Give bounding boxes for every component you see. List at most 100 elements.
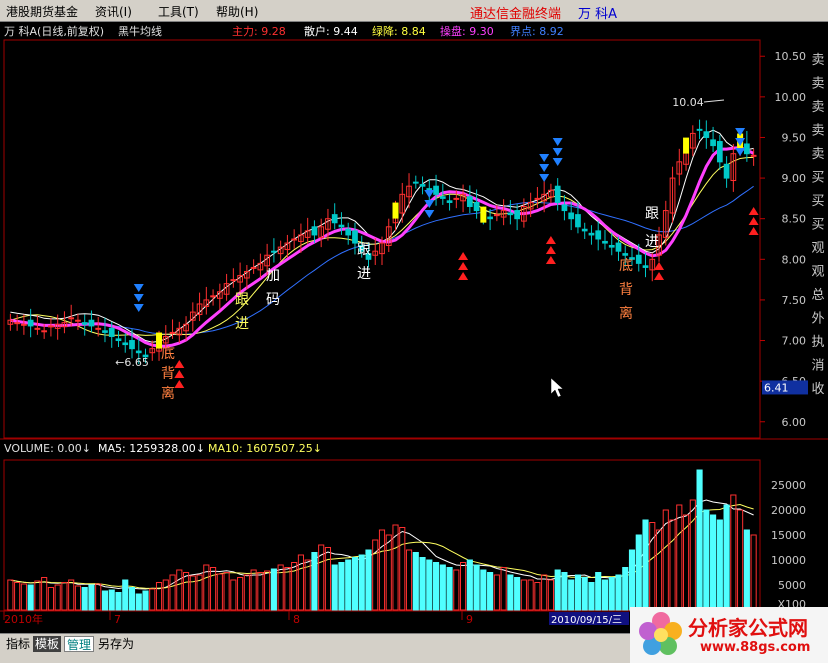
kline-chart[interactable]: 10.5010.009.509.008.508.007.507.006.506.… (0, 22, 828, 633)
volume-bar (642, 519, 649, 611)
candle-body (331, 214, 338, 224)
high-price-label: 10.04 (672, 96, 704, 109)
indicator-value-label: 主力: 9.28 (232, 25, 286, 38)
menu-help[interactable]: 帮助(H) (216, 3, 258, 20)
volume-bar (439, 564, 446, 611)
price-axis-label: 6.00 (782, 416, 807, 429)
tab-indicator[interactable]: 指标 (4, 636, 32, 652)
side-signal-text: 买 (811, 218, 824, 233)
candle-body (21, 323, 27, 326)
candle-body (68, 317, 75, 320)
side-signal-text: 外 (811, 312, 824, 327)
volume-bar (622, 567, 629, 611)
candle-body (588, 232, 595, 236)
price-axis-label: 8.00 (782, 253, 807, 266)
candle-body (433, 185, 439, 195)
menu-hk-futures-funds[interactable]: 港股期货基金 (6, 3, 78, 20)
price-axis-label: 9.50 (782, 131, 807, 144)
volume-bar (81, 587, 88, 611)
candle-body (439, 196, 446, 199)
date-axis-label: 8 (293, 613, 300, 626)
candle-body (115, 338, 122, 342)
volume-bar (311, 552, 318, 611)
stock-title: 万 科A (578, 7, 618, 22)
price-axis-label: 9.00 (782, 172, 807, 185)
indicator-value-label: 操盘: 9.30 (440, 24, 494, 38)
candle-body (635, 254, 642, 264)
volume-bar (743, 529, 750, 611)
volume-bar (128, 587, 136, 611)
menu-tools[interactable]: 工具(T) (158, 3, 199, 20)
volume-bar (507, 574, 514, 611)
volume-bar (716, 519, 723, 611)
date-axis-label: 7 (114, 613, 121, 626)
side-signal-text: 卖 (811, 100, 824, 115)
volume-bar (601, 579, 609, 611)
candle-body (575, 214, 581, 228)
candle-body (135, 350, 142, 354)
volume-axis-label: 25000 (771, 479, 806, 492)
volume-bar (581, 577, 588, 611)
volume-bar (595, 572, 602, 611)
candle-body (210, 295, 216, 298)
annotation-text: 码 (266, 292, 280, 308)
watermark-url: www.88gs.com (700, 640, 811, 655)
candle-body (595, 230, 602, 240)
annotation-text: 进 (235, 316, 249, 332)
candle-body (554, 185, 561, 203)
volume-bar (608, 577, 615, 611)
volume-bar (88, 584, 95, 611)
candle-body (122, 342, 129, 346)
candle-body (568, 212, 575, 220)
volume-bar (561, 572, 568, 611)
candle-body (291, 238, 298, 241)
candle-body (14, 322, 20, 325)
candle-body (622, 253, 629, 256)
candle-body (41, 330, 48, 333)
candle-body (34, 327, 41, 330)
annotation-text: 离 (619, 305, 633, 322)
flower-logo-icon (639, 612, 682, 655)
candle-body (271, 250, 277, 253)
volume-axis-label: 5000 (778, 579, 806, 592)
annotation-text: 进 (645, 234, 659, 250)
volume-bar (331, 564, 338, 611)
volume-bar (588, 582, 595, 611)
candle-body (696, 128, 703, 131)
yellow-signal-block (480, 206, 487, 223)
annotation-text: 底 (161, 346, 175, 362)
tab-manage[interactable]: 管理 (64, 636, 95, 652)
tab-save-as[interactable]: 另存为 (96, 636, 136, 652)
app-title: 通达信金融终端 (470, 7, 562, 22)
price-axis-label: 10.00 (775, 91, 807, 104)
volume-bar (345, 559, 352, 611)
annotation-text: 背 (161, 366, 175, 382)
volume-bar (358, 554, 365, 611)
price-axis-label: 10.50 (775, 50, 807, 63)
candle-body (95, 327, 102, 330)
side-signal-text: 卖 (811, 147, 824, 162)
low-price-label: ←6.65 (115, 356, 149, 369)
candle-body (615, 242, 622, 252)
tab-template[interactable]: 模板 (33, 636, 62, 652)
candle-body (466, 196, 473, 208)
cursor-date-label: 2010/09/15/三 (551, 615, 622, 626)
candle-body (487, 216, 493, 220)
candle-body (703, 131, 710, 138)
indicator-value-label: 绿降: 8.84 (372, 24, 426, 38)
side-signal-text: 卖 (811, 53, 824, 68)
candle-body (27, 319, 34, 327)
yellow-signal-block (392, 202, 399, 219)
menu-info[interactable]: 资讯(I) (95, 3, 132, 20)
annotation-text: 底 (619, 258, 633, 274)
volume-bar (554, 569, 561, 611)
volume-bar (122, 579, 129, 611)
watermark-title: 分析家公式网 (688, 616, 808, 640)
volume-bar (473, 564, 480, 611)
indicator-value-label: 界点: 8.92 (510, 25, 564, 38)
volume-bar (135, 593, 142, 611)
side-signal-text: 卖 (811, 77, 824, 92)
candle-body (338, 224, 345, 228)
volume-bar (27, 584, 34, 611)
volume-bar (108, 589, 115, 611)
